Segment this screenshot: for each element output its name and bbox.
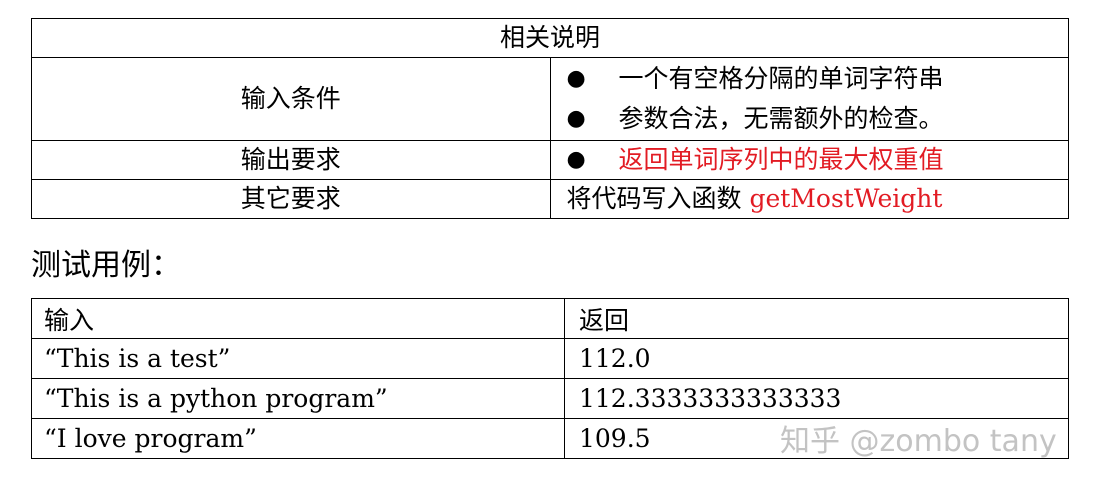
test-input-cell: “This is a test”: [31, 338, 565, 379]
column-header-input: 输入: [31, 298, 565, 339]
column-header-return: 返回: [564, 298, 1069, 339]
bullet-icon: ●: [566, 146, 586, 172]
function-name: getMostWeight: [749, 184, 943, 213]
output-requirement-item: ● 返回单词序列中的最大权重值: [567, 141, 1069, 179]
test-cases-heading: 测试用例：: [31, 248, 181, 283]
watermark: 知乎 @zombo tany: [780, 424, 1057, 459]
input-condition-item: ● 一个有空格分隔的单词字符串: [567, 59, 1069, 99]
input-conditions-content: ● 一个有空格分隔的单词字符串 ● 参数合法，无需额外的检查。: [549, 57, 1069, 141]
input-condition-text: 一个有空格分隔的单词字符串: [618, 64, 944, 93]
table-row: “This is a python program” 112.333333333…: [31, 378, 1069, 419]
test-table-header-row: 输入 返回: [31, 298, 1069, 339]
output-requirements-label: 输出要求: [31, 140, 551, 180]
output-requirement-text: 返回单词序列中的最大权重值: [618, 145, 944, 174]
table-row: “This is a test” 112.0: [31, 338, 1069, 379]
other-requirements-content: 将代码写入函数 getMostWeight: [549, 179, 1069, 219]
input-condition-text: 参数合法，无需额外的检查。: [618, 104, 944, 133]
input-condition-item: ● 参数合法，无需额外的检查。: [567, 99, 1069, 139]
other-requirements-label: 其它要求: [31, 179, 551, 219]
test-return-cell: 112.0: [564, 338, 1069, 379]
test-return-cell: 112.3333333333333: [564, 378, 1069, 419]
test-input-cell: “I love program”: [31, 418, 565, 459]
bullet-icon: ●: [566, 65, 586, 91]
output-requirements-content: ● 返回单词序列中的最大权重值: [549, 140, 1069, 180]
spec-table-header: 相关说明: [31, 18, 1069, 58]
other-requirement-text: 将代码写入函数: [566, 184, 750, 213]
spec-table: 相关说明 输入条件 ● 一个有空格分隔的单词字符串 ● 参数合法，无需额外的检查…: [31, 18, 1069, 219]
bullet-icon: ●: [566, 105, 586, 131]
test-input-cell: “This is a python program”: [31, 378, 565, 419]
input-conditions-label: 输入条件: [31, 57, 551, 141]
